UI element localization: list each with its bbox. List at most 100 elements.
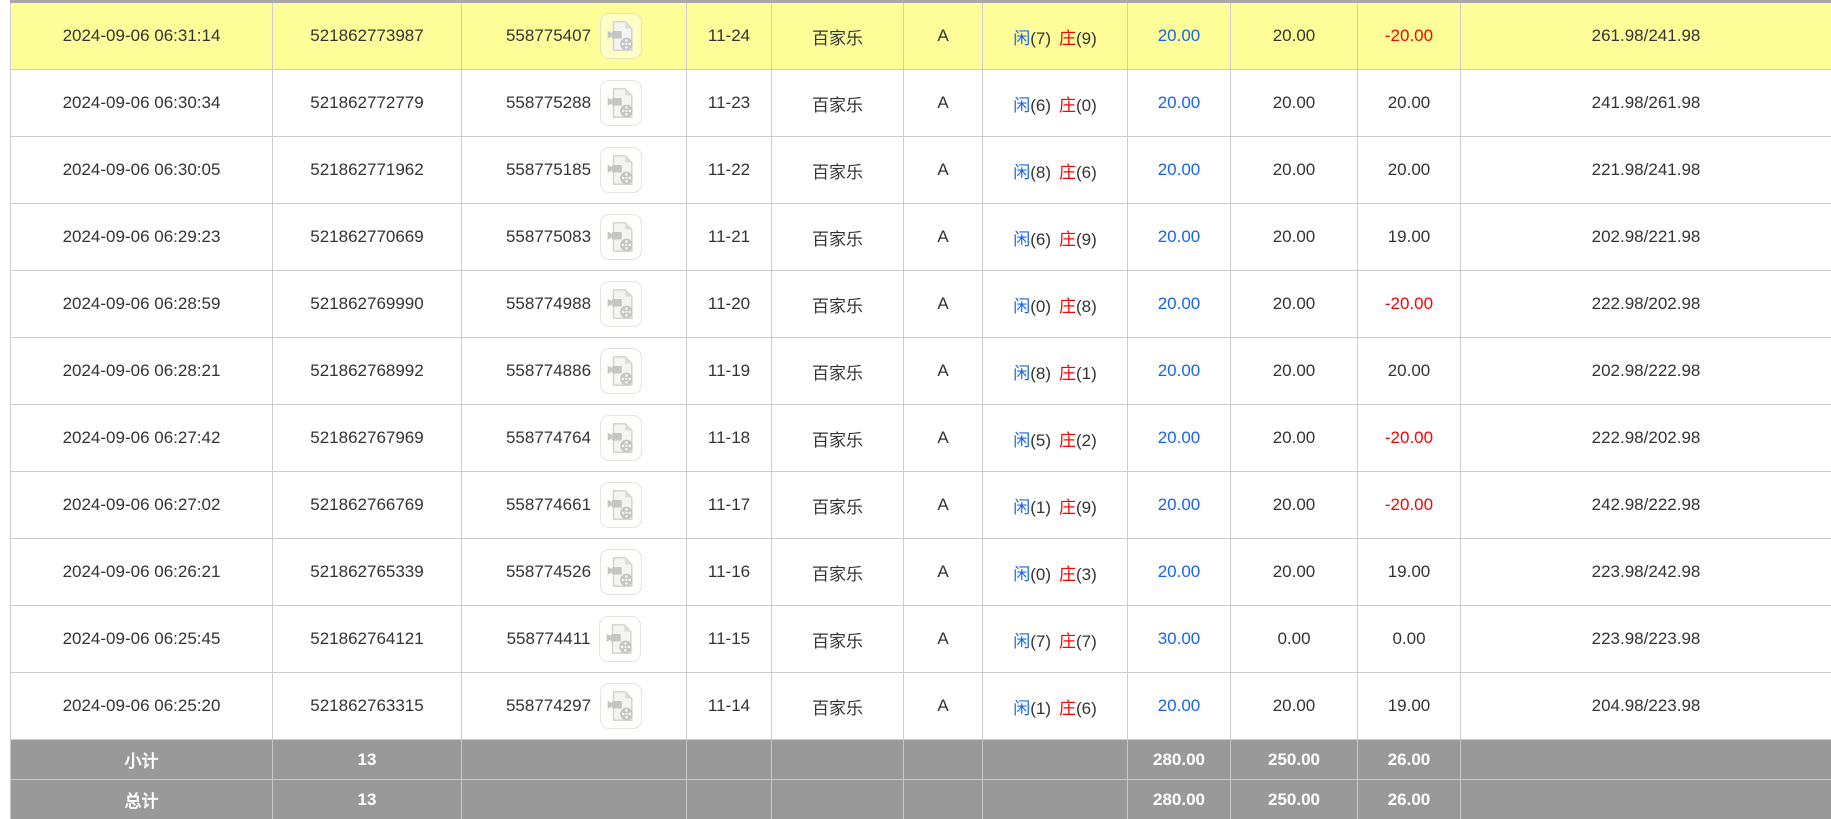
table-row[interactable]: 2024-09-06 06:28:21 521862768992 5587748… bbox=[11, 338, 1831, 405]
table-code: A bbox=[904, 539, 983, 606]
bet-id: 521862767969 bbox=[273, 405, 462, 472]
winloss-amount: 19.00 bbox=[1358, 204, 1461, 271]
video-replay-button[interactable] bbox=[600, 147, 642, 193]
bet-amount: 20.00 bbox=[1128, 338, 1231, 405]
round-id-cell: 558775288 bbox=[462, 70, 687, 137]
video-replay-button[interactable] bbox=[600, 683, 642, 729]
table-code: A bbox=[904, 204, 983, 271]
game-result: 闲(8)庄(1) bbox=[983, 338, 1128, 405]
table-row[interactable]: 2024-09-06 06:27:02 521862766769 5587746… bbox=[11, 472, 1831, 539]
round-id: 558774886 bbox=[506, 361, 591, 381]
player-points: (7) bbox=[1030, 29, 1051, 48]
round-id-cell: 558774988 bbox=[462, 271, 687, 338]
balance: 222.98/202.98 bbox=[1461, 405, 1831, 472]
banker-points: (3) bbox=[1076, 565, 1097, 584]
table-row[interactable]: 2024-09-06 06:25:20 521862763315 5587742… bbox=[11, 673, 1831, 740]
table-row[interactable]: 2024-09-06 06:30:05 521862771962 5587751… bbox=[11, 137, 1831, 204]
subtotal-winloss: 26.00 bbox=[1358, 740, 1461, 780]
round-number: 11-24 bbox=[687, 2, 772, 70]
video-replay-button[interactable] bbox=[600, 281, 642, 327]
video-replay-button[interactable] bbox=[600, 348, 642, 394]
banker-points: (0) bbox=[1076, 96, 1097, 115]
table-row[interactable]: 2024-09-06 06:25:45 521862764121 5587744… bbox=[11, 606, 1831, 673]
subtotal-bet: 280.00 bbox=[1128, 740, 1231, 780]
bet-id: 521862771962 bbox=[273, 137, 462, 204]
table-row[interactable]: 2024-09-06 06:27:42 521862767969 5587747… bbox=[11, 405, 1831, 472]
table-code: A bbox=[904, 2, 983, 70]
empty-cell bbox=[1461, 780, 1831, 819]
banker-label: 庄 bbox=[1059, 632, 1076, 651]
bet-time: 2024-09-06 06:27:02 bbox=[11, 472, 273, 539]
valid-amount: 20.00 bbox=[1231, 338, 1358, 405]
player-label: 闲 bbox=[1013, 297, 1030, 316]
winloss-amount: 20.00 bbox=[1358, 137, 1461, 204]
video-replay-button[interactable] bbox=[600, 214, 642, 260]
game-type: 百家乐 bbox=[772, 539, 904, 606]
banker-label: 庄 bbox=[1059, 364, 1076, 383]
valid-amount: 20.00 bbox=[1231, 137, 1358, 204]
balance: 202.98/221.98 bbox=[1461, 204, 1831, 271]
round-number: 11-22 bbox=[687, 137, 772, 204]
bet-time: 2024-09-06 06:25:20 bbox=[11, 673, 273, 740]
bet-time: 2024-09-06 06:25:45 bbox=[11, 606, 273, 673]
bet-amount: 30.00 bbox=[1128, 606, 1231, 673]
subtotal-count: 13 bbox=[273, 740, 462, 780]
table-code: A bbox=[904, 137, 983, 204]
valid-amount: 20.00 bbox=[1231, 271, 1358, 338]
empty-cell bbox=[687, 780, 772, 819]
empty-cell bbox=[983, 780, 1128, 819]
valid-amount: 20.00 bbox=[1231, 673, 1358, 740]
bet-time: 2024-09-06 06:28:21 bbox=[11, 338, 273, 405]
player-label: 闲 bbox=[1013, 163, 1030, 182]
game-result: 闲(8)庄(6) bbox=[983, 137, 1128, 204]
bet-id: 521862766769 bbox=[273, 472, 462, 539]
subtotal-label: 小计 bbox=[11, 740, 273, 780]
valid-amount: 20.00 bbox=[1231, 2, 1358, 70]
round-id-cell: 558774526 bbox=[462, 539, 687, 606]
table-code: A bbox=[904, 472, 983, 539]
player-points: (0) bbox=[1030, 565, 1051, 584]
table-row[interactable]: 2024-09-06 06:28:59 521862769990 5587749… bbox=[11, 271, 1831, 338]
video-replay-button[interactable] bbox=[600, 482, 642, 528]
video-replay-button[interactable] bbox=[600, 415, 642, 461]
player-label: 闲 bbox=[1013, 699, 1030, 718]
player-points: (5) bbox=[1030, 431, 1051, 450]
banker-points: (7) bbox=[1076, 632, 1097, 651]
game-result: 闲(6)庄(9) bbox=[983, 204, 1128, 271]
table-row[interactable]: 2024-09-06 06:31:14 521862773987 5587754… bbox=[11, 2, 1831, 70]
table-row[interactable]: 2024-09-06 06:30:34 521862772779 5587752… bbox=[11, 70, 1831, 137]
game-type: 百家乐 bbox=[772, 137, 904, 204]
round-id: 558775288 bbox=[506, 93, 591, 113]
bet-amount: 20.00 bbox=[1128, 673, 1231, 740]
winloss-amount: -20.00 bbox=[1358, 2, 1461, 70]
round-id: 558774764 bbox=[506, 428, 591, 448]
video-replay-button[interactable] bbox=[599, 616, 641, 662]
bet-amount: 20.00 bbox=[1128, 70, 1231, 137]
video-file-icon bbox=[606, 287, 636, 321]
winloss-amount: 20.00 bbox=[1358, 70, 1461, 137]
total-winloss: 26.00 bbox=[1358, 780, 1461, 819]
player-label: 闲 bbox=[1013, 230, 1030, 249]
game-type: 百家乐 bbox=[772, 338, 904, 405]
player-points: (8) bbox=[1030, 163, 1051, 182]
banker-points: (9) bbox=[1076, 230, 1097, 249]
game-result: 闲(7)庄(7) bbox=[983, 606, 1128, 673]
valid-amount: 20.00 bbox=[1231, 472, 1358, 539]
valid-amount: 20.00 bbox=[1231, 70, 1358, 137]
banker-label: 庄 bbox=[1059, 297, 1076, 316]
round-number: 11-19 bbox=[687, 338, 772, 405]
banker-points: (9) bbox=[1076, 29, 1097, 48]
banker-label: 庄 bbox=[1059, 96, 1076, 115]
round-id: 558774988 bbox=[506, 294, 591, 314]
video-replay-button[interactable] bbox=[600, 13, 642, 59]
winloss-amount: -20.00 bbox=[1358, 271, 1461, 338]
round-id: 558774297 bbox=[506, 696, 591, 716]
game-type: 百家乐 bbox=[772, 2, 904, 70]
video-replay-button[interactable] bbox=[600, 549, 642, 595]
table-row[interactable]: 2024-09-06 06:29:23 521862770669 5587750… bbox=[11, 204, 1831, 271]
table-row[interactable]: 2024-09-06 06:26:21 521862765339 5587745… bbox=[11, 539, 1831, 606]
video-replay-button[interactable] bbox=[600, 80, 642, 126]
bet-amount: 20.00 bbox=[1128, 472, 1231, 539]
bet-time: 2024-09-06 06:31:14 bbox=[11, 2, 273, 70]
balance: 204.98/223.98 bbox=[1461, 673, 1831, 740]
